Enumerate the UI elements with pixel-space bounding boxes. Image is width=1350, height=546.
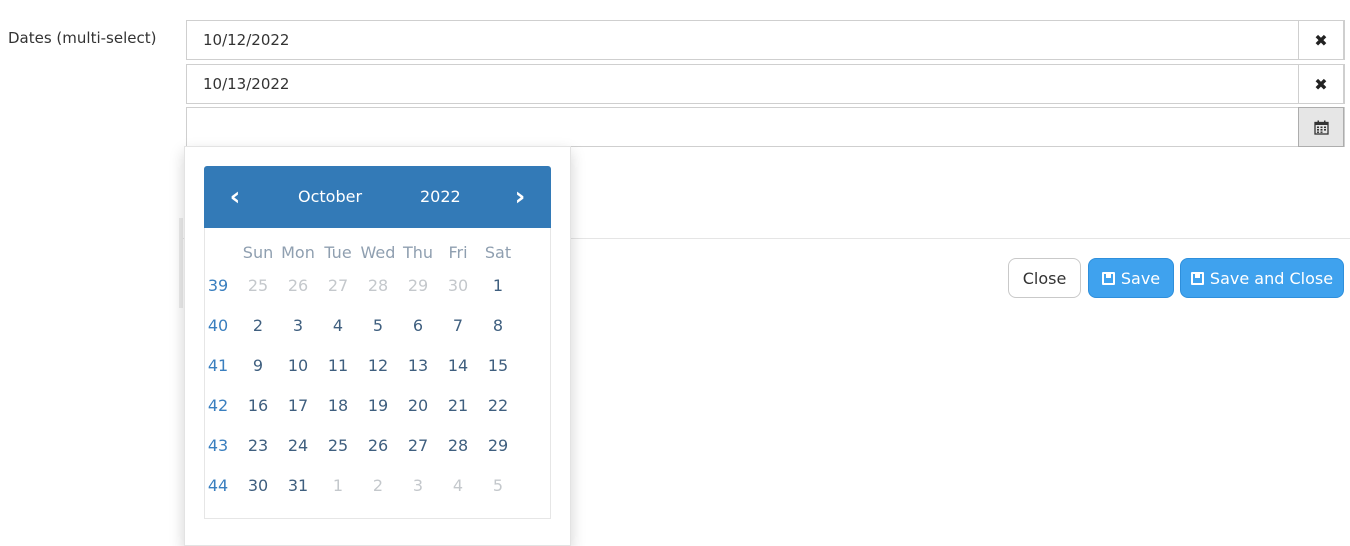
dates-field-label: Dates (multi-select) bbox=[8, 29, 157, 47]
weekday-label: Sun bbox=[242, 243, 274, 262]
calendar-week-row: 41 9 10 11 12 13 14 15 bbox=[198, 346, 518, 386]
remove-date-1-button[interactable]: ✖ bbox=[1298, 20, 1344, 60]
calendar-day[interactable]: 26 bbox=[358, 426, 398, 466]
calendar-day[interactable]: 27 bbox=[398, 426, 438, 466]
weekday-label: Wed bbox=[360, 243, 396, 262]
calendar-year[interactable]: 2022 bbox=[420, 166, 461, 228]
calendar-week-row: 43 23 24 25 26 27 28 29 bbox=[198, 426, 518, 466]
week-number: 43 bbox=[207, 436, 229, 455]
save-and-close-button[interactable]: Save and Close bbox=[1180, 258, 1344, 298]
calendar-week-row: 42 16 17 18 19 20 21 22 bbox=[198, 386, 518, 426]
calendar-day[interactable]: 19 bbox=[358, 386, 398, 426]
calendar-day[interactable]: 8 bbox=[478, 306, 518, 346]
calendar-day[interactable]: 29 bbox=[478, 426, 518, 466]
calendar-day[interactable]: 25 bbox=[318, 426, 358, 466]
close-button[interactable]: Close bbox=[1008, 258, 1081, 298]
calendar-day[interactable]: 13 bbox=[398, 346, 438, 386]
calendar-day[interactable]: 22 bbox=[478, 386, 518, 426]
calendar-day-other-month[interactable]: 27 bbox=[318, 266, 358, 306]
date-entry-2-value[interactable]: 10/13/2022 bbox=[203, 65, 289, 103]
calendar-day[interactable]: 10 bbox=[278, 346, 318, 386]
close-button-label: Close bbox=[1022, 268, 1067, 288]
calendar-day-other-month[interactable]: 4 bbox=[438, 466, 478, 506]
calendar-day[interactable]: 18 bbox=[318, 386, 358, 426]
calendar-day[interactable]: 17 bbox=[278, 386, 318, 426]
calendar-day[interactable]: 31 bbox=[278, 466, 318, 506]
calendar-week-row: 39 25 26 27 28 29 30 1 bbox=[198, 266, 518, 306]
calendar-day[interactable]: 11 bbox=[318, 346, 358, 386]
date-picker-popup: ‹ October 2022 › Sun Mon Tue Wed Thu Fri Sat 39… bbox=[184, 146, 571, 546]
calendar-day[interactable]: 5 bbox=[358, 306, 398, 346]
close-icon: ✖ bbox=[1314, 30, 1328, 50]
save-button-label: Save bbox=[1120, 268, 1161, 288]
week-number: 42 bbox=[207, 396, 229, 415]
date-entry-1[interactable]: 10/12/2022 ✖ bbox=[186, 20, 1345, 60]
calendar-week-row: 40 2 3 4 5 6 7 8 bbox=[198, 306, 518, 346]
save-button[interactable]: Save bbox=[1088, 258, 1174, 298]
date-entry-2[interactable]: 10/13/2022 ✖ bbox=[186, 64, 1345, 104]
calendar-day[interactable]: 24 bbox=[278, 426, 318, 466]
calendar-day[interactable]: 6 bbox=[398, 306, 438, 346]
calendar-day-other-month[interactable]: 28 bbox=[358, 266, 398, 306]
calendar-day[interactable]: 12 bbox=[358, 346, 398, 386]
week-number-header bbox=[198, 240, 238, 266]
week-number: 44 bbox=[207, 476, 229, 495]
calendar-day-other-month[interactable]: 1 bbox=[318, 466, 358, 506]
calendar-day[interactable]: 30 bbox=[238, 466, 278, 506]
new-date-input[interactable] bbox=[186, 107, 1345, 147]
weekday-label: Thu bbox=[402, 243, 434, 262]
open-calendar-button[interactable] bbox=[1298, 107, 1344, 147]
calendar-day[interactable]: 28 bbox=[438, 426, 478, 466]
weekday-label: Tue bbox=[324, 243, 352, 262]
occluded-panel-edge bbox=[179, 218, 183, 308]
week-number: 39 bbox=[207, 276, 229, 295]
save-and-close-label: Save and Close bbox=[1209, 268, 1334, 288]
weekday-header-row: Sun Mon Tue Wed Thu Fri Sat bbox=[198, 240, 518, 266]
weekday-label: Fri bbox=[448, 243, 468, 262]
calendar-day[interactable]: 9 bbox=[238, 346, 278, 386]
calendar-day-other-month[interactable]: 30 bbox=[438, 266, 478, 306]
calendar-day[interactable]: 1 bbox=[478, 266, 518, 306]
weekday-label: Mon bbox=[281, 243, 315, 262]
calendar-day-other-month[interactable]: 25 bbox=[238, 266, 278, 306]
calendar-grid: Sun Mon Tue Wed Thu Fri Sat 39 25 26 27 28 29 30 1 40 2 3… bbox=[198, 240, 518, 506]
calendar-day[interactable]: 23 bbox=[238, 426, 278, 466]
calendar-day-other-month[interactable]: 5 bbox=[478, 466, 518, 506]
save-icon bbox=[1101, 271, 1115, 285]
chevron-left-icon[interactable]: ‹ bbox=[215, 166, 255, 228]
calendar-day-other-month[interactable]: 26 bbox=[278, 266, 318, 306]
chevron-right-icon[interactable]: › bbox=[500, 166, 540, 228]
calendar-week-row: 44 30 31 1 2 3 4 5 bbox=[198, 466, 518, 506]
weekday-label: Sat bbox=[484, 243, 512, 262]
week-number: 40 bbox=[207, 316, 229, 335]
calendar-day-other-month[interactable]: 2 bbox=[358, 466, 398, 506]
calendar-month[interactable]: October bbox=[298, 166, 362, 228]
calendar-day[interactable]: 3 bbox=[278, 306, 318, 346]
date-entry-1-value[interactable]: 10/12/2022 bbox=[203, 21, 289, 59]
calendar-icon bbox=[1313, 120, 1329, 135]
calendar-day[interactable]: 4 bbox=[318, 306, 358, 346]
close-icon: ✖ bbox=[1314, 74, 1328, 94]
calendar-day-other-month[interactable]: 3 bbox=[398, 466, 438, 506]
calendar-day[interactable]: 16 bbox=[238, 386, 278, 426]
calendar-day[interactable]: 21 bbox=[438, 386, 478, 426]
calendar-day[interactable]: 7 bbox=[438, 306, 478, 346]
calendar-header: ‹ October 2022 › bbox=[204, 166, 551, 228]
calendar-day[interactable]: 2 bbox=[238, 306, 278, 346]
calendar-day-other-month[interactable]: 29 bbox=[398, 266, 438, 306]
calendar-day[interactable]: 14 bbox=[438, 346, 478, 386]
save-icon bbox=[1190, 271, 1204, 285]
calendar-day[interactable]: 15 bbox=[478, 346, 518, 386]
calendar-day[interactable]: 20 bbox=[398, 386, 438, 426]
remove-date-2-button[interactable]: ✖ bbox=[1298, 64, 1344, 104]
week-number: 41 bbox=[207, 356, 229, 375]
